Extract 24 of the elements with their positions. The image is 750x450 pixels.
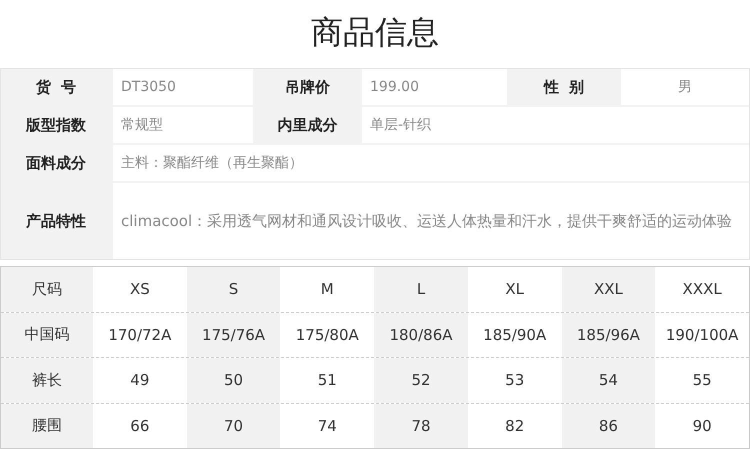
spec-value: DT3050 xyxy=(113,69,253,105)
spec-value: 主料：聚酯纤维（再生聚酯） xyxy=(113,145,749,181)
table-cell: 78 xyxy=(374,404,468,448)
table-cell: 50 xyxy=(186,358,280,402)
page-title: 商品信息 xyxy=(310,12,440,53)
table-cell: 86 xyxy=(562,404,656,448)
spec-value: 常规型 xyxy=(113,107,253,143)
table-cell: 180/86A xyxy=(374,312,468,357)
table-cell: 185/96A xyxy=(562,312,656,357)
row-header: 裤长 xyxy=(1,358,93,402)
spec-value: 199.00 xyxy=(362,69,507,105)
table-cell: 175/76A xyxy=(186,312,280,357)
table-cell: 52 xyxy=(374,358,468,402)
table-cell: 54 xyxy=(562,358,656,402)
table-cell: XXL xyxy=(562,267,656,312)
spec-value: climacool：采用透气网材和通风设计吸收、运送人体热量和汗水，提供干爽舒适的运动体验 xyxy=(113,183,749,259)
row-header: 腰围 xyxy=(1,404,93,448)
spec-value: 男 xyxy=(621,69,749,105)
row-header: 中国码 xyxy=(1,312,93,357)
table-cell: L xyxy=(374,267,468,312)
spec-value: 单层-针织 xyxy=(362,107,749,143)
table-cell: 70 xyxy=(186,404,280,448)
table-cell: S xyxy=(186,267,280,312)
row-header: 尺码 xyxy=(1,267,93,312)
